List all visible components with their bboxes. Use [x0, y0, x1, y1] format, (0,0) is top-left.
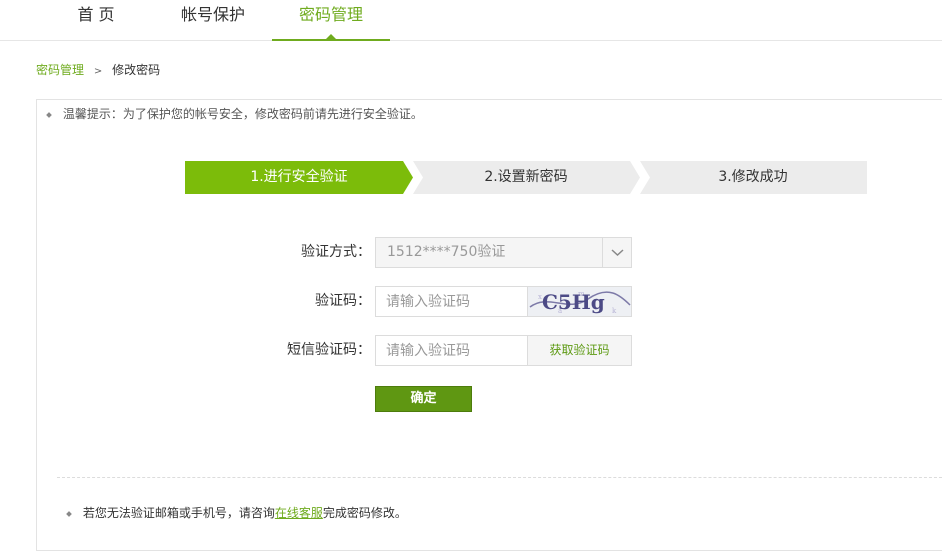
security-tip: 温馨提示：为了保护您的帐号安全，修改密码前请先进行安全验证。 [46, 106, 423, 122]
verification-method-value: 1512****750验证 [387, 244, 506, 260]
verification-method-row: 验证方式： 1512****750验证 [37, 237, 942, 268]
breadcrumb-link-password-management[interactable]: 密码管理 [36, 63, 84, 77]
step-2-new-password: 2.设置新密码 [412, 161, 640, 194]
tip-text: 温馨提示：为了保护您的帐号安全，修改密码前请先进行安全验证。 [62, 107, 423, 121]
breadcrumb: 密码管理 > 修改密码 [36, 62, 160, 80]
sms-code-input[interactable] [375, 335, 528, 366]
bullet-icon [66, 510, 72, 517]
divider [57, 477, 942, 478]
breadcrumb-current: 修改密码 [112, 63, 161, 77]
verification-method-label: 验证方式： [301, 244, 371, 260]
top-navigation: 首 页 帐号保护 密码管理 [0, 0, 942, 41]
captcha-label: 验证码： [315, 293, 371, 309]
step-3-label: 3.修改成功 [718, 169, 788, 185]
step-indicator: 1.进行安全验证 2.设置新密码 3.修改成功 [185, 161, 867, 194]
sms-code-row: 短信验证码： 获取验证码 [37, 335, 942, 366]
step-2-label: 2.设置新密码 [484, 169, 568, 185]
confirm-button[interactable]: 确定 [375, 386, 472, 412]
captcha-graphic: x a m k C5Hg [528, 287, 631, 316]
tab-password-management[interactable]: 密码管理 [272, 0, 390, 41]
step-3-success: 3.修改成功 [639, 161, 867, 194]
tab-label: 密码管理 [298, 5, 363, 24]
captcha-input[interactable] [375, 286, 528, 317]
step-1-verify: 1.进行安全验证 [185, 161, 413, 194]
tab-home[interactable]: 首 页 [46, 0, 146, 41]
captcha-text: C5Hg [542, 290, 605, 314]
breadcrumb-separator: > [93, 66, 103, 77]
main-panel: 温馨提示：为了保护您的帐号安全，修改密码前请先进行安全验证。 1.进行安全验证 … [36, 99, 942, 551]
captcha-image[interactable]: x a m k C5Hg [527, 286, 632, 317]
footer-text-before: 若您无法验证邮箱或手机号，请咨询 [82, 506, 275, 520]
step-1-label: 1.进行安全验证 [250, 169, 348, 185]
bullet-icon [46, 111, 52, 118]
chevron-down-icon[interactable] [602, 238, 631, 267]
active-tab-caret-icon [326, 34, 336, 39]
sms-code-label: 短信验证码： [287, 342, 371, 358]
captcha-row: 验证码： x a m k C5Hg [37, 286, 942, 317]
footer-text-after: 完成密码修改。 [322, 506, 407, 520]
verification-method-select[interactable]: 1512****750验证 [375, 237, 632, 268]
online-support-link[interactable]: 在线客服 [275, 506, 323, 520]
tab-account-protection[interactable]: 帐号保护 [160, 0, 266, 41]
footer-note: 若您无法验证邮箱或手机号，请咨询在线客服完成密码修改。 [66, 505, 407, 521]
get-sms-code-button[interactable]: 获取验证码 [527, 335, 632, 366]
